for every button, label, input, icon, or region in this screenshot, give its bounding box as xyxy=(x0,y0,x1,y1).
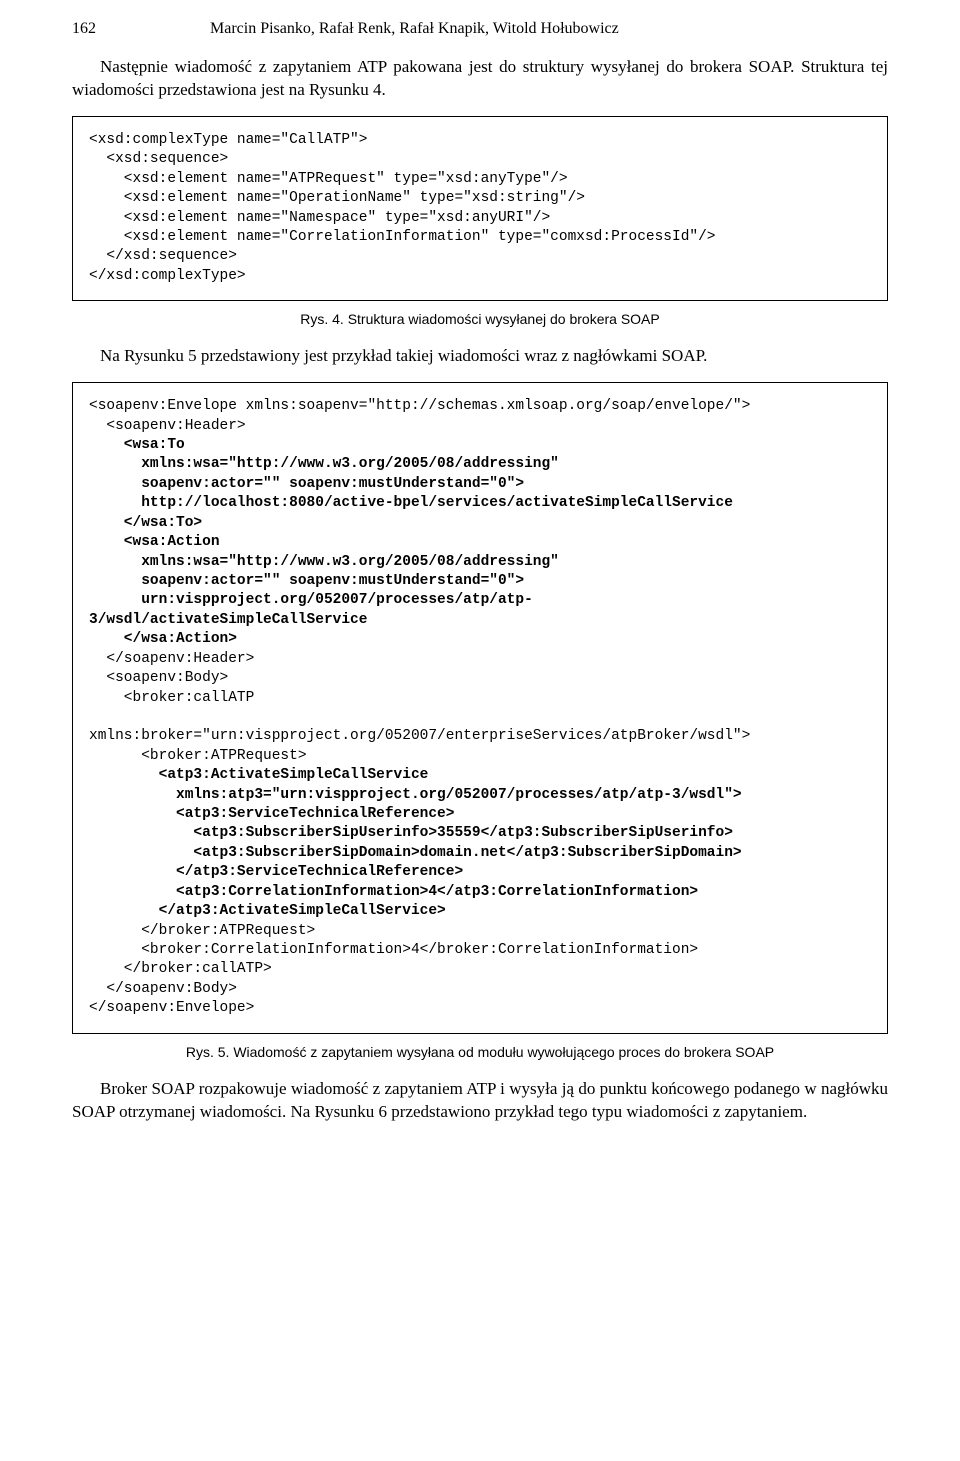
page-number: 162 xyxy=(72,20,96,38)
code2-line-2: <soapenv:Header> xyxy=(89,418,246,434)
code2-line-4: <soapenv:Body> xyxy=(89,670,228,686)
code2-line-3: </soapenv:Header> xyxy=(89,651,254,667)
code2-line-5: <broker:callATP xyxy=(89,690,254,706)
code2-line-8: <broker:ATPRequest> xyxy=(89,748,307,764)
code2-line-13: </soapenv:Envelope> xyxy=(89,1000,254,1016)
code2-line-10: <broker:CorrelationInformation>4</broker… xyxy=(89,942,698,958)
code2-wsa-block: <wsa:To xmlns:wsa="http://www.w3.org/200… xyxy=(89,437,733,647)
header-authors: Marcin Pisanko, Rafał Renk, Rafał Knapik… xyxy=(210,20,619,37)
paragraph-2: Na Rysunku 5 przedstawiony jest przykład… xyxy=(72,345,888,368)
figure-4-caption: Rys. 4. Struktura wiadomości wysyłanej d… xyxy=(72,311,888,327)
code2-atp3-block: <atp3:ActivateSimpleCallService xmlns:at… xyxy=(89,767,742,919)
page: 162 Marcin Pisanko, Rafał Renk, Rafał Kn… xyxy=(0,0,960,1461)
figure-5-caption: Rys. 5. Wiadomość z zapytaniem wysyłana … xyxy=(72,1044,888,1060)
code2-line-9: </broker:ATPRequest> xyxy=(89,923,315,939)
code2-line-7: xmlns:broker="urn:vispproject.org/052007… xyxy=(89,728,750,744)
running-header: 162 Marcin Pisanko, Rafał Renk, Rafał Kn… xyxy=(72,20,888,38)
code-block-2: <soapenv:Envelope xmlns:soapenv="http://… xyxy=(72,382,888,1034)
code2-line-1: <soapenv:Envelope xmlns:soapenv="http://… xyxy=(89,398,750,414)
code2-line-12: </soapenv:Body> xyxy=(89,981,237,997)
paragraph-1: Następnie wiadomość z zapytaniem ATP pak… xyxy=(72,56,888,102)
paragraph-3: Broker SOAP rozpakowuje wiadomość z zapy… xyxy=(72,1078,888,1124)
code2-line-11: </broker:callATP> xyxy=(89,961,272,977)
code-block-1: <xsd:complexType name="CallATP"> <xsd:se… xyxy=(72,116,888,301)
